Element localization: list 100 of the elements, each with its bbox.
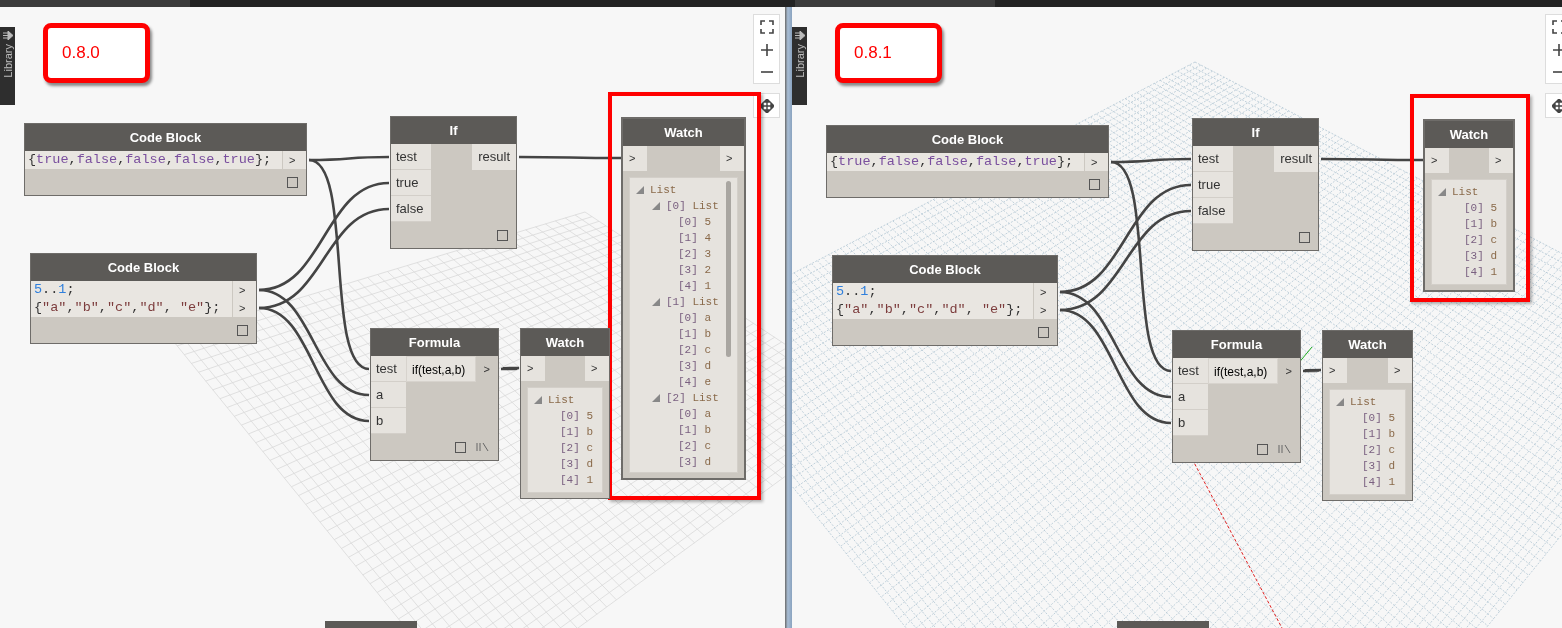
preview-icon[interactable] — [1089, 178, 1100, 190]
output-port[interactable]: result — [472, 144, 516, 170]
node-header[interactable] — [1117, 621, 1209, 628]
pan-icon[interactable] — [1551, 98, 1562, 113]
node-header[interactable]: Formula — [371, 329, 498, 356]
node-card[interactable]: Code Block 5..1; > {"a","b","c","d", "e"}; > — [832, 255, 1058, 346]
expand-icon[interactable] — [534, 396, 542, 404]
input-port[interactable]: test — [391, 144, 431, 170]
input-port[interactable]: test — [1173, 358, 1208, 384]
node-header[interactable]: Watch — [1425, 121, 1513, 148]
expand-icon[interactable] — [652, 298, 660, 306]
fit-view-icon[interactable] — [759, 20, 774, 34]
preview-icon[interactable] — [455, 441, 466, 453]
watch-item: [2] c — [1362, 444, 1395, 456]
expand-icon[interactable] — [1336, 398, 1344, 406]
output-port[interactable]: > — [1033, 283, 1057, 301]
input-port[interactable]: b — [371, 408, 406, 434]
expand-arrow-icon[interactable] — [2, 31, 13, 40]
node-header[interactable]: Code Block — [25, 124, 306, 151]
node-header[interactable]: Watch — [1323, 331, 1412, 358]
pan-icon[interactable] — [759, 98, 774, 113]
formula-field[interactable]: if(test,a,b) — [406, 356, 476, 382]
input-port[interactable]: true — [391, 170, 431, 196]
lacing-icon[interactable] — [1278, 444, 1292, 454]
input-port[interactable]: > — [623, 146, 647, 171]
watch-item: List — [548, 394, 575, 406]
output-port[interactable]: > — [585, 356, 609, 381]
connector-wire — [501, 366, 519, 371]
input-port[interactable]: test — [1193, 146, 1233, 172]
node-card[interactable]: Code Block 5..1; > {"a","b","c","d", "e"}; > — [30, 253, 257, 344]
output-port[interactable]: > — [1033, 301, 1057, 319]
lacing-icon[interactable] — [476, 442, 490, 452]
node-header[interactable] — [325, 621, 417, 628]
node-card[interactable]: If test true false result — [390, 116, 517, 249]
output-port[interactable]: > — [1388, 358, 1412, 383]
library-tab[interactable]: Library — [792, 27, 807, 105]
output-port[interactable]: result — [1274, 146, 1318, 172]
version-label: 0.8.0 — [43, 23, 150, 83]
output-port[interactable]: > — [232, 281, 256, 299]
input-port[interactable]: false — [391, 196, 431, 222]
output-port[interactable]: > — [475, 356, 498, 382]
node-card[interactable]: Watch > > List [0] List [0] 5 [1] 4 [2] 3 [3] 2 [4] 1 [1] List [0] a [1] b [2] c [3] d [4] e [2] List [0] a [1] b [2] c [3] d — [622, 118, 745, 479]
preview-icon[interactable] — [1299, 231, 1310, 243]
output-port[interactable]: > — [720, 146, 744, 171]
output-port[interactable]: > — [232, 299, 256, 317]
preview-icon[interactable] — [1038, 326, 1049, 338]
watch-item: List — [1452, 186, 1479, 198]
watch-item: [0] 5 — [1464, 202, 1497, 214]
input-port[interactable]: > — [1425, 148, 1449, 173]
node-card[interactable]: If test true false result — [1192, 118, 1319, 251]
node-header[interactable]: Watch — [623, 119, 744, 146]
watch-item: [1] 4 — [678, 232, 711, 244]
watch-item: [4] 1 — [1464, 266, 1497, 278]
node-header[interactable]: If — [391, 117, 516, 144]
preview-icon[interactable] — [287, 176, 298, 188]
node-card[interactable]: Watch > > List [0] 5 [1] b [2] c [3] d [4] 1 — [1424, 120, 1514, 291]
fit-view-icon[interactable] — [1551, 20, 1562, 34]
expand-icon[interactable] — [636, 186, 644, 194]
watch-item: [1] b — [1464, 218, 1497, 230]
zoom-in-icon[interactable] — [760, 44, 773, 56]
input-port[interactable]: test — [371, 356, 406, 382]
output-port[interactable]: > — [1084, 153, 1108, 171]
output-port[interactable]: > — [282, 151, 306, 169]
watch-item: [2] c — [560, 442, 593, 454]
output-port[interactable]: > — [1489, 148, 1513, 173]
node-card[interactable]: Formula test a b if(test,a,b) > — [370, 328, 499, 461]
preview-icon[interactable] — [497, 229, 508, 241]
formula-field[interactable]: if(test,a,b) — [1208, 358, 1278, 384]
node-header[interactable]: Code Block — [827, 126, 1108, 153]
input-port[interactable]: > — [521, 356, 545, 381]
preview-icon[interactable] — [1257, 443, 1268, 455]
node-card[interactable]: Formula test a b if(test,a,b) > — [1172, 330, 1301, 463]
input-port[interactable]: true — [1193, 172, 1233, 198]
node-card[interactable]: Watch > > List [0] 5 [1] b [2] c [3] d [4] 1 — [1322, 330, 1413, 501]
connector-wire — [1303, 368, 1321, 373]
input-port[interactable]: false — [1193, 198, 1233, 224]
input-port[interactable]: a — [371, 382, 406, 408]
zoom-in-icon[interactable] — [1552, 44, 1562, 56]
preview-icon[interactable] — [237, 324, 248, 336]
library-tab[interactable]: Library — [0, 27, 15, 105]
expand-arrow-icon[interactable] — [794, 31, 805, 40]
node-card[interactable]: Code Block {true,false,false,false,true}; > — [826, 125, 1109, 198]
expand-icon[interactable] — [652, 394, 660, 402]
node-header[interactable]: Formula — [1173, 331, 1300, 358]
input-port[interactable]: > — [1323, 358, 1347, 383]
expand-icon[interactable] — [652, 202, 660, 210]
watch-item: List — [1350, 396, 1377, 408]
node-card[interactable]: Watch > > List [0] 5 [1] b [2] c [3] d [4] 1 — [520, 328, 610, 499]
node-header[interactable]: Code Block — [31, 254, 256, 281]
input-port[interactable]: a — [1173, 384, 1208, 410]
scrollbar[interactable] — [726, 181, 731, 357]
node-header[interactable]: Watch — [521, 329, 609, 356]
expand-icon[interactable] — [1438, 188, 1446, 196]
watch-item: [3] d — [1362, 460, 1395, 472]
input-port[interactable]: b — [1173, 410, 1208, 436]
watch-item: [2] c — [678, 440, 711, 452]
output-port[interactable]: > — [1277, 358, 1300, 384]
node-header[interactable]: If — [1193, 119, 1318, 146]
node-header[interactable]: Code Block — [833, 256, 1057, 283]
node-card[interactable]: Code Block {true,false,false,false,true}; > — [24, 123, 307, 196]
